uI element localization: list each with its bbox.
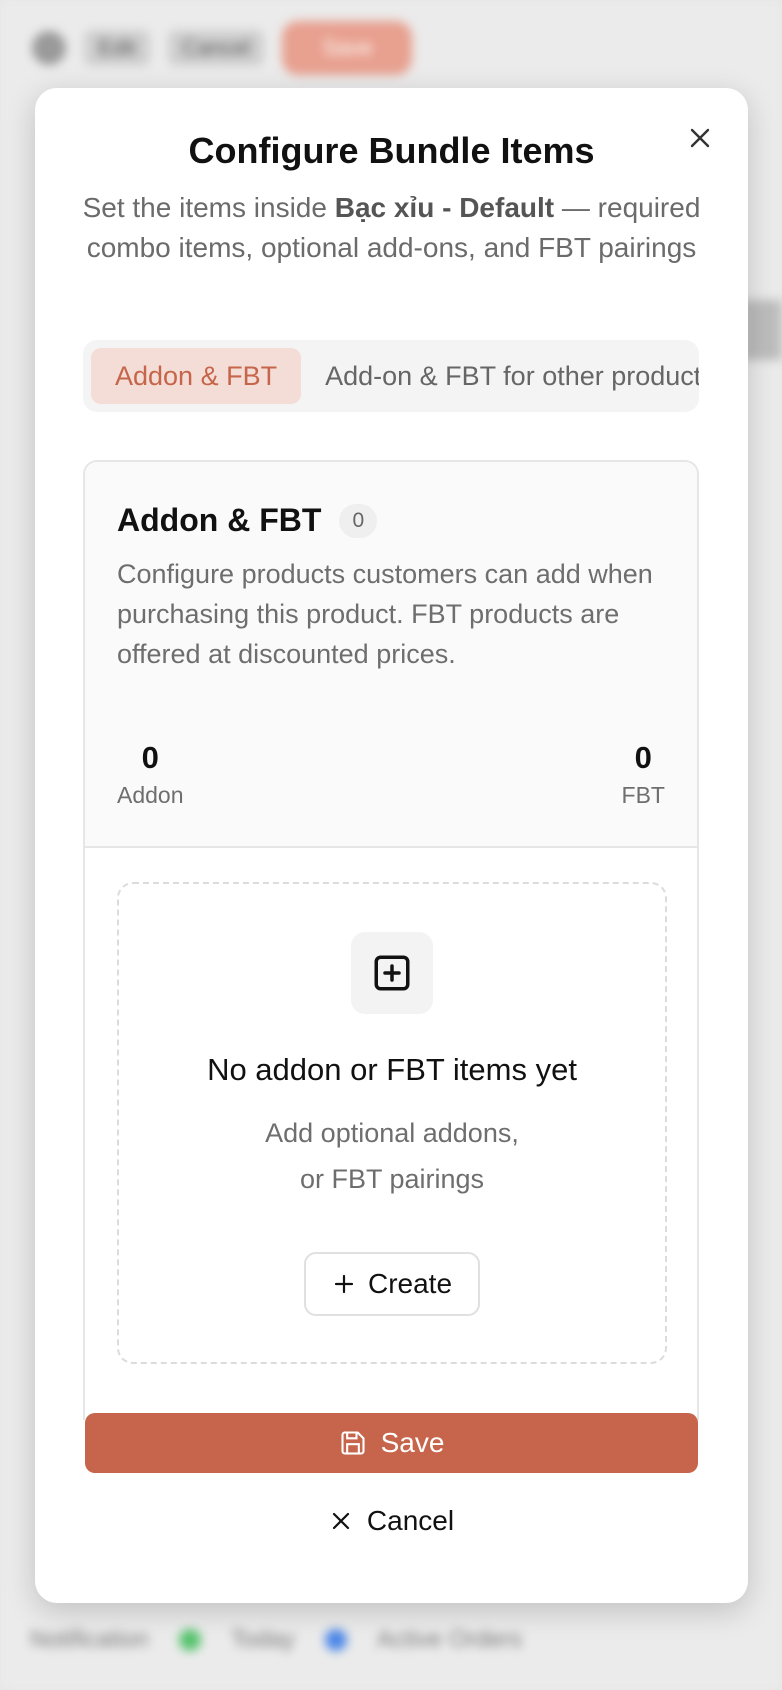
modal-subtitle: Set the items inside Bạc xỉu - Default —… <box>75 188 708 268</box>
empty-state-description: Add optional addons, or FBT pairings <box>119 1110 665 1202</box>
background-info-dot <box>324 1629 347 1651</box>
panel-description: Configure products customers can add whe… <box>117 559 653 669</box>
close-icon <box>332 1512 350 1530</box>
cancel-button-label: Cancel <box>366 1505 455 1536</box>
addon-fbt-panel: Addon & FBT 0 Configure products custome… <box>83 460 699 1420</box>
background-edit-button: Edit <box>84 30 150 66</box>
fbt-count: 0 <box>634 740 652 775</box>
background-today: Today <box>230 1626 295 1653</box>
background-bottombar: Notification Today Active Orders <box>0 1590 782 1690</box>
background-menu-icon <box>32 31 66 65</box>
background-save-button: Save <box>282 21 413 75</box>
fbt-stat: 0 FBT <box>622 740 665 809</box>
cancel-button[interactable]: Cancel <box>285 1493 498 1549</box>
empty-state-line-1: Add optional addons, <box>265 1118 519 1148</box>
empty-state: No addon or FBT items yet Add optional a… <box>117 882 667 1364</box>
addon-label: Addon <box>117 782 184 808</box>
create-button[interactable]: Create <box>304 1252 480 1316</box>
subtitle-prefix: Set the items inside <box>82 192 335 223</box>
count-badge: 0 <box>339 503 378 538</box>
background-topbar: Edit Cancel Save <box>0 0 782 96</box>
background-status-dot <box>178 1629 201 1651</box>
tab-addon-fbt[interactable]: Addon & FBT <box>91 348 302 404</box>
tab-addon-fbt-other-products[interactable]: Add-on & FBT for other products <box>301 348 699 404</box>
background-cancel-button: Cancel <box>167 30 265 66</box>
panel-header: Addon & FBT 0 Configure products custome… <box>85 462 697 848</box>
background-notification: Notification <box>30 1626 149 1653</box>
background-active-orders: Active Orders <box>376 1626 523 1653</box>
plus-square-icon <box>351 932 433 1014</box>
save-button[interactable]: Save <box>85 1413 698 1473</box>
addon-count: 0 <box>141 740 159 775</box>
empty-state-line-2: or FBT pairings <box>299 1164 485 1194</box>
modal-title: Configure Bundle Items <box>188 130 595 171</box>
fbt-label: FBT <box>621 782 665 808</box>
configure-bundle-modal: Configure Bundle Items Set the items ins… <box>35 88 748 1603</box>
empty-state-title: No addon or FBT items yet <box>207 1052 577 1087</box>
panel-title-row: Addon & FBT 0 <box>117 502 378 539</box>
addon-stat: 0 Addon <box>117 740 184 809</box>
save-button-label: Save <box>380 1427 445 1458</box>
floppy-disk-icon <box>341 1431 365 1455</box>
subtitle-product-name: Bạc xỉu - Default <box>334 192 555 223</box>
tab-bar: Addon & FBT Add-on & FBT for other produ… <box>83 340 699 412</box>
background-side-element <box>742 300 782 360</box>
panel-title: Addon & FBT <box>117 502 322 538</box>
plus-icon <box>334 1274 354 1294</box>
create-button-label: Create <box>367 1268 453 1299</box>
